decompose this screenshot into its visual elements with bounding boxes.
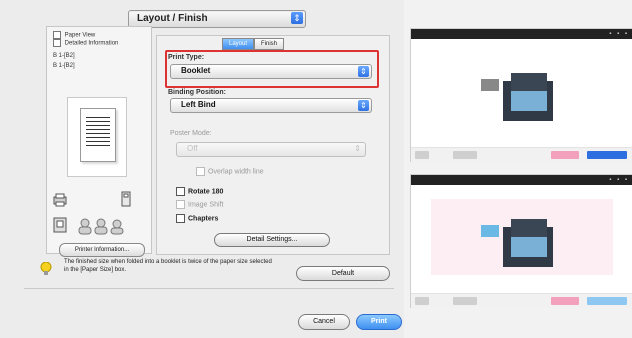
titlebar: ▪ ▪ ▪ [411, 175, 632, 185]
detail-settings-button[interactable]: Detail Settings... [214, 233, 330, 247]
print-type-label: Print Type: [168, 54, 205, 61]
paper-view-label: Paper View [64, 32, 96, 39]
stepper-icon: ⇕ [354, 144, 361, 153]
print-button[interactable]: Print [356, 314, 402, 330]
overlap-width-checkbox[interactable] [196, 167, 205, 177]
rotate-180-label: Rotate 180 [188, 188, 224, 196]
paper-view-checkbox[interactable] [53, 31, 61, 39]
detailed-information-checkbox[interactable] [53, 39, 61, 47]
rotate-180-checkbox[interactable] [176, 187, 185, 197]
screen-footer [411, 147, 632, 162]
screen-preview-bottom: ▪ ▪ ▪ [410, 174, 632, 308]
lightbulb-icon [40, 262, 52, 275]
layout-finish-select[interactable]: Layout / Finish ⇕ [128, 10, 306, 28]
divider [24, 288, 394, 289]
printer-information-button[interactable]: Printer Information... [59, 243, 145, 257]
footer-button[interactable] [453, 297, 477, 305]
paper-preview [80, 108, 116, 162]
printer-icon [53, 193, 67, 207]
chevron-down-icon: ⇕ [358, 100, 369, 111]
screen-preview-top: ▪ ▪ ▪ [410, 28, 632, 162]
print-dialog: Layout / Finish ⇕ Paper View Detailed In… [0, 0, 404, 338]
footer-button-blue[interactable] [587, 151, 627, 159]
cancel-button[interactable]: Cancel [298, 314, 350, 330]
users-icon [78, 218, 124, 235]
screen-body [411, 39, 632, 147]
detailed-information-label: Detailed Information [64, 40, 119, 47]
preview-panel: Paper View Detailed Information B 1-[B2]… [46, 26, 152, 257]
tab-bar: Layout Finish [222, 32, 285, 50]
screen-footer [411, 293, 632, 308]
note-text: The finished size when folded into a boo… [64, 259, 272, 273]
paper-view-option[interactable]: Paper View [53, 31, 95, 39]
image-shift-checkbox[interactable] [176, 200, 185, 210]
footer-button-pink[interactable] [551, 297, 579, 305]
tab-finish[interactable]: Finish [254, 38, 285, 50]
page-preview [67, 97, 127, 177]
size-line-1: B 1-[B2] [53, 53, 75, 59]
tray-icon [121, 191, 131, 207]
print-type-select[interactable]: Booklet ⇕ [170, 64, 372, 79]
print-type-value: Booklet [181, 66, 211, 75]
titlebar: ▪ ▪ ▪ [411, 29, 632, 39]
window-controls[interactable]: ▪ ▪ ▪ [609, 177, 629, 183]
binding-position-select[interactable]: Left Bind ⇕ [170, 98, 372, 113]
footer-button[interactable] [453, 151, 477, 159]
poster-mode-select[interactable]: Off ⇕ [176, 142, 366, 157]
tab-layout[interactable]: Layout [222, 38, 255, 50]
footer-button[interactable] [415, 297, 429, 305]
finisher-icon [53, 217, 67, 233]
copier-icon [481, 219, 553, 267]
layout-finish-label: Layout / Finish [137, 13, 208, 24]
overlap-width-option[interactable]: Overlap width line [196, 163, 264, 181]
footer-button-light-blue[interactable] [587, 297, 627, 305]
screen-body [411, 185, 632, 293]
copier-icon [481, 73, 553, 121]
size-line-2: B 1-[B2] [53, 63, 75, 69]
poster-mode-value: Off [187, 144, 198, 153]
image-shift-label: Image Shift [188, 201, 224, 209]
chapters-checkbox[interactable] [176, 214, 185, 224]
chevron-down-icon: ⇕ [358, 66, 369, 77]
footer-button[interactable] [415, 151, 429, 159]
window-controls[interactable]: ▪ ▪ ▪ [609, 31, 629, 37]
binding-position-value: Left Bind [181, 100, 216, 109]
chapters-label: Chapters [188, 215, 219, 223]
chapters-option[interactable]: Chapters [176, 210, 218, 228]
default-button[interactable]: Default [296, 266, 390, 281]
chevron-down-icon: ⇕ [291, 12, 303, 24]
footer-button-pink[interactable] [551, 151, 579, 159]
binding-position-label: Binding Position: [168, 89, 226, 96]
poster-mode-label: Poster Mode: [170, 130, 212, 137]
overlap-width-label: Overlap width line [208, 168, 264, 176]
detailed-information-option[interactable]: Detailed Information [53, 39, 118, 47]
